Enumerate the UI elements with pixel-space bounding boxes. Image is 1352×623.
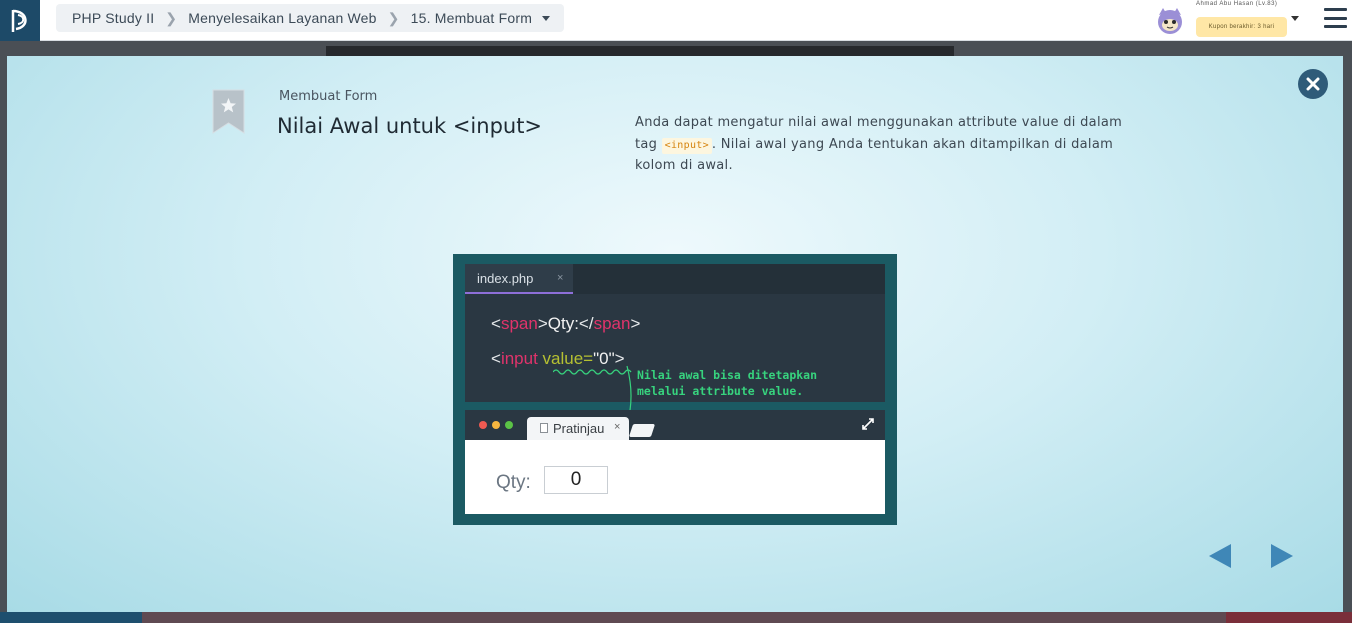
qty-label: Qty: (496, 472, 531, 493)
preview-tab: Pratinjau × (527, 417, 629, 440)
user-name: Ahmad Abu Hasan (Lv.83) (1196, 1, 1278, 7)
browser-bar: Pratinjau × (465, 410, 885, 440)
close-button[interactable] (1298, 69, 1328, 99)
lesson-description: Anda dapat mengatur nilai awal menggunak… (635, 112, 1125, 177)
close-icon: × (557, 272, 564, 284)
editor-tab-bar: index.php × (465, 264, 885, 294)
close-icon (1306, 77, 1320, 91)
bookmark-icon[interactable] (212, 89, 245, 134)
window-maximize-dot (505, 421, 513, 429)
breadcrumb-course[interactable]: PHP Study II (72, 10, 154, 26)
breadcrumb-section[interactable]: Menyelesaikan Layanan Web (188, 10, 376, 26)
preview-tab-label: Pratinjau (553, 421, 605, 436)
breadcrumb-lesson[interactable]: 15. Membuat Form (411, 10, 532, 26)
browser-preview: Pratinjau × Qty: 0 (465, 410, 885, 514)
avatar[interactable] (1154, 5, 1186, 37)
caret-down-icon[interactable] (542, 15, 551, 21)
progate-logo-icon[interactable] (0, 0, 40, 41)
page-title: Nilai Awal untuk <input> (277, 114, 543, 138)
code-editor: index.php × <span>Qty:</span> <input val… (465, 264, 885, 402)
annotation: Nilai awal bisa ditetapkan melalui attri… (637, 368, 818, 398)
document-icon (540, 423, 548, 433)
background-panel (1226, 612, 1352, 623)
hamburger-menu-icon[interactable] (1324, 8, 1347, 28)
breadcrumb: PHP Study II ❯ Menyelesaikan Layanan Web… (56, 4, 565, 32)
chevron-right-icon: ❯ (165, 9, 178, 26)
inline-code: <input> (661, 137, 712, 154)
expand-icon (862, 418, 874, 430)
caret-down-icon[interactable] (1291, 16, 1299, 21)
close-icon: × (614, 421, 621, 433)
code-line: <span>Qty:</span> (491, 314, 641, 333)
window-close-dot (479, 421, 487, 429)
chevron-right-icon: ❯ (387, 9, 400, 26)
new-tab-icon (628, 424, 656, 437)
coupon-badge: Kupon berakhir: 3 hari (1196, 17, 1287, 37)
top-navigation-bar: PHP Study II ❯ Menyelesaikan Layanan Web… (0, 0, 1352, 41)
lesson-kicker: Membuat Form (279, 89, 378, 104)
illustration: index.php × <span>Qty:</span> <input val… (453, 254, 897, 525)
next-slide-button[interactable] (1271, 544, 1293, 568)
qty-input: 0 (544, 466, 608, 494)
background-panel (0, 612, 142, 623)
window-minimize-dot (492, 421, 500, 429)
file-tab: index.php × (465, 264, 573, 294)
background-panel (142, 612, 1226, 623)
slide-modal: Membuat Form Nilai Awal untuk <input> An… (7, 56, 1343, 612)
file-tab-label: index.php (477, 270, 534, 286)
previous-slide-button[interactable] (1209, 544, 1231, 568)
